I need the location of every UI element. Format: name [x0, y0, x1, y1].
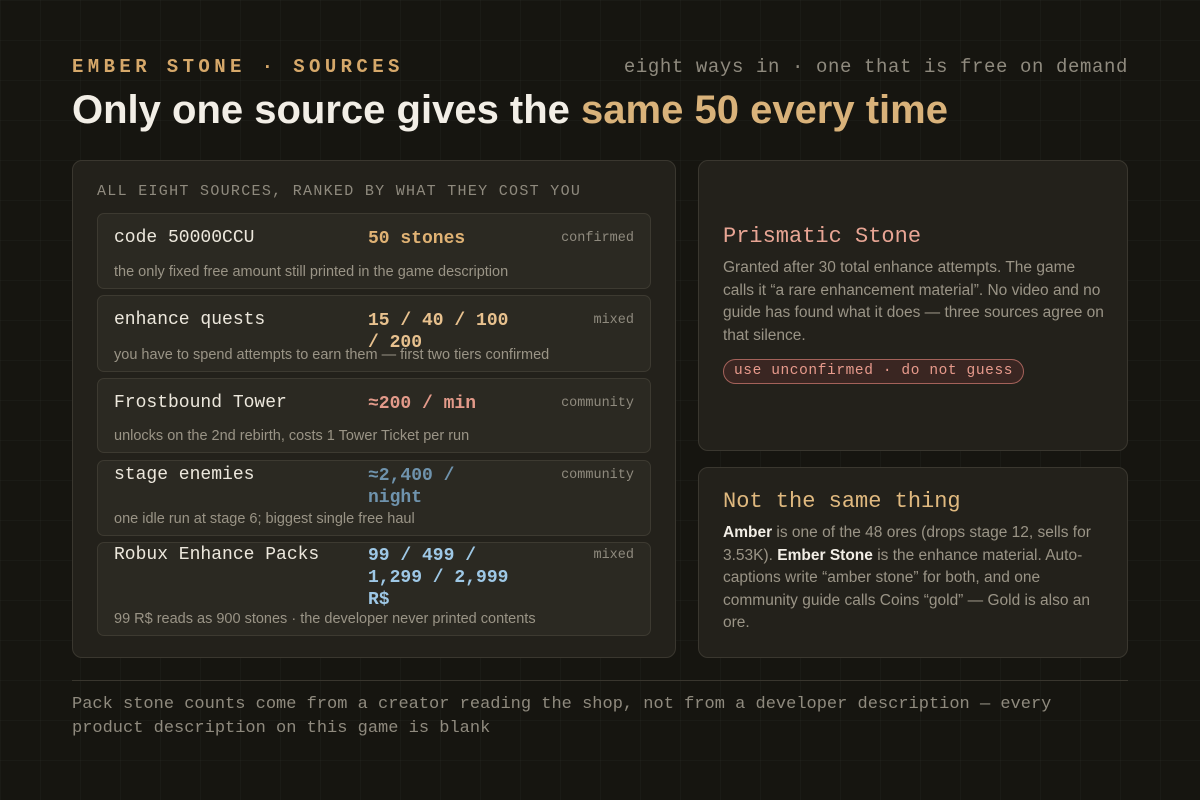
- source-amount: ≈2,400 / night: [368, 466, 455, 508]
- sources-card: ALL EIGHT SOURCES, RANKED BY WHAT THEY C…: [72, 160, 676, 658]
- source-note: one idle run at stage 6; biggest single …: [114, 511, 415, 527]
- prismatic-card: Prismatic Stone Granted after 30 total e…: [698, 160, 1128, 451]
- source-row: stage enemies ≈2,400 / night community o…: [97, 460, 651, 536]
- source-tag: mixed: [593, 548, 634, 563]
- source-row: code 50000CCU 50 stones confirmed the on…: [97, 213, 651, 289]
- source-tag: community: [561, 468, 634, 483]
- footer-divider: [72, 680, 1128, 681]
- headline-accent: same 50 every time: [581, 88, 948, 132]
- source-row: Robux Enhance Packs 99 / 499 / 1,299 / 2…: [97, 542, 651, 636]
- source-amount: ≈200 / min: [368, 394, 477, 414]
- source-tag: confirmed: [561, 231, 634, 246]
- source-note: unlocks on the 2nd rebirth, costs 1 Towe…: [114, 428, 470, 444]
- source-row: enhance quests 15 / 40 / 100 / 200 mixed…: [97, 295, 651, 372]
- source-name: stage enemies: [114, 465, 255, 485]
- source-name: Robux Enhance Packs: [114, 545, 320, 565]
- source-name: Frostbound Tower: [114, 393, 287, 413]
- source-amount: 99 / 499 / 1,299 / 2,999 R$: [368, 546, 509, 610]
- unconfirmed-badge: use unconfirmed · do not guess: [723, 359, 1025, 384]
- prismatic-title: Prismatic Stone: [723, 224, 922, 249]
- not-same-card: Not the same thing Amber is one of the 4…: [698, 467, 1128, 658]
- ember-stone-term: Ember Stone: [777, 546, 873, 564]
- source-amount: 50 stones: [368, 229, 466, 249]
- sources-caption: ALL EIGHT SOURCES, RANKED BY WHAT THEY C…: [97, 183, 582, 200]
- not-same-title: Not the same thing: [723, 489, 961, 514]
- source-note: the only fixed free amount still printed…: [114, 264, 509, 280]
- source-note: you have to spend attempts to earn them …: [114, 347, 550, 363]
- source-name: enhance quests: [114, 310, 266, 330]
- eyebrow-title: EMBER STONE · SOURCES: [72, 56, 404, 78]
- prismatic-body: Granted after 30 total enhance attempts.…: [723, 259, 1104, 344]
- source-name: code 50000CCU: [114, 228, 255, 248]
- source-row: Frostbound Tower ≈200 / min community un…: [97, 378, 651, 453]
- not-same-body: Amber is one of the 48 ores (drops stage…: [723, 522, 1107, 635]
- headline: Only one source gives the same 50 every …: [72, 88, 948, 133]
- source-tag: mixed: [593, 313, 634, 328]
- headline-prefix: Only one source gives the: [72, 88, 582, 132]
- amber-term: Amber: [723, 524, 773, 541]
- footnote: Pack stone counts come from a creator re…: [72, 695, 1052, 738]
- source-tag: community: [561, 396, 634, 411]
- eyebrow-subtitle: eight ways in · one that is free on dema…: [623, 56, 1128, 78]
- source-note: 99 R$ reads as 900 stones · the develope…: [114, 611, 536, 627]
